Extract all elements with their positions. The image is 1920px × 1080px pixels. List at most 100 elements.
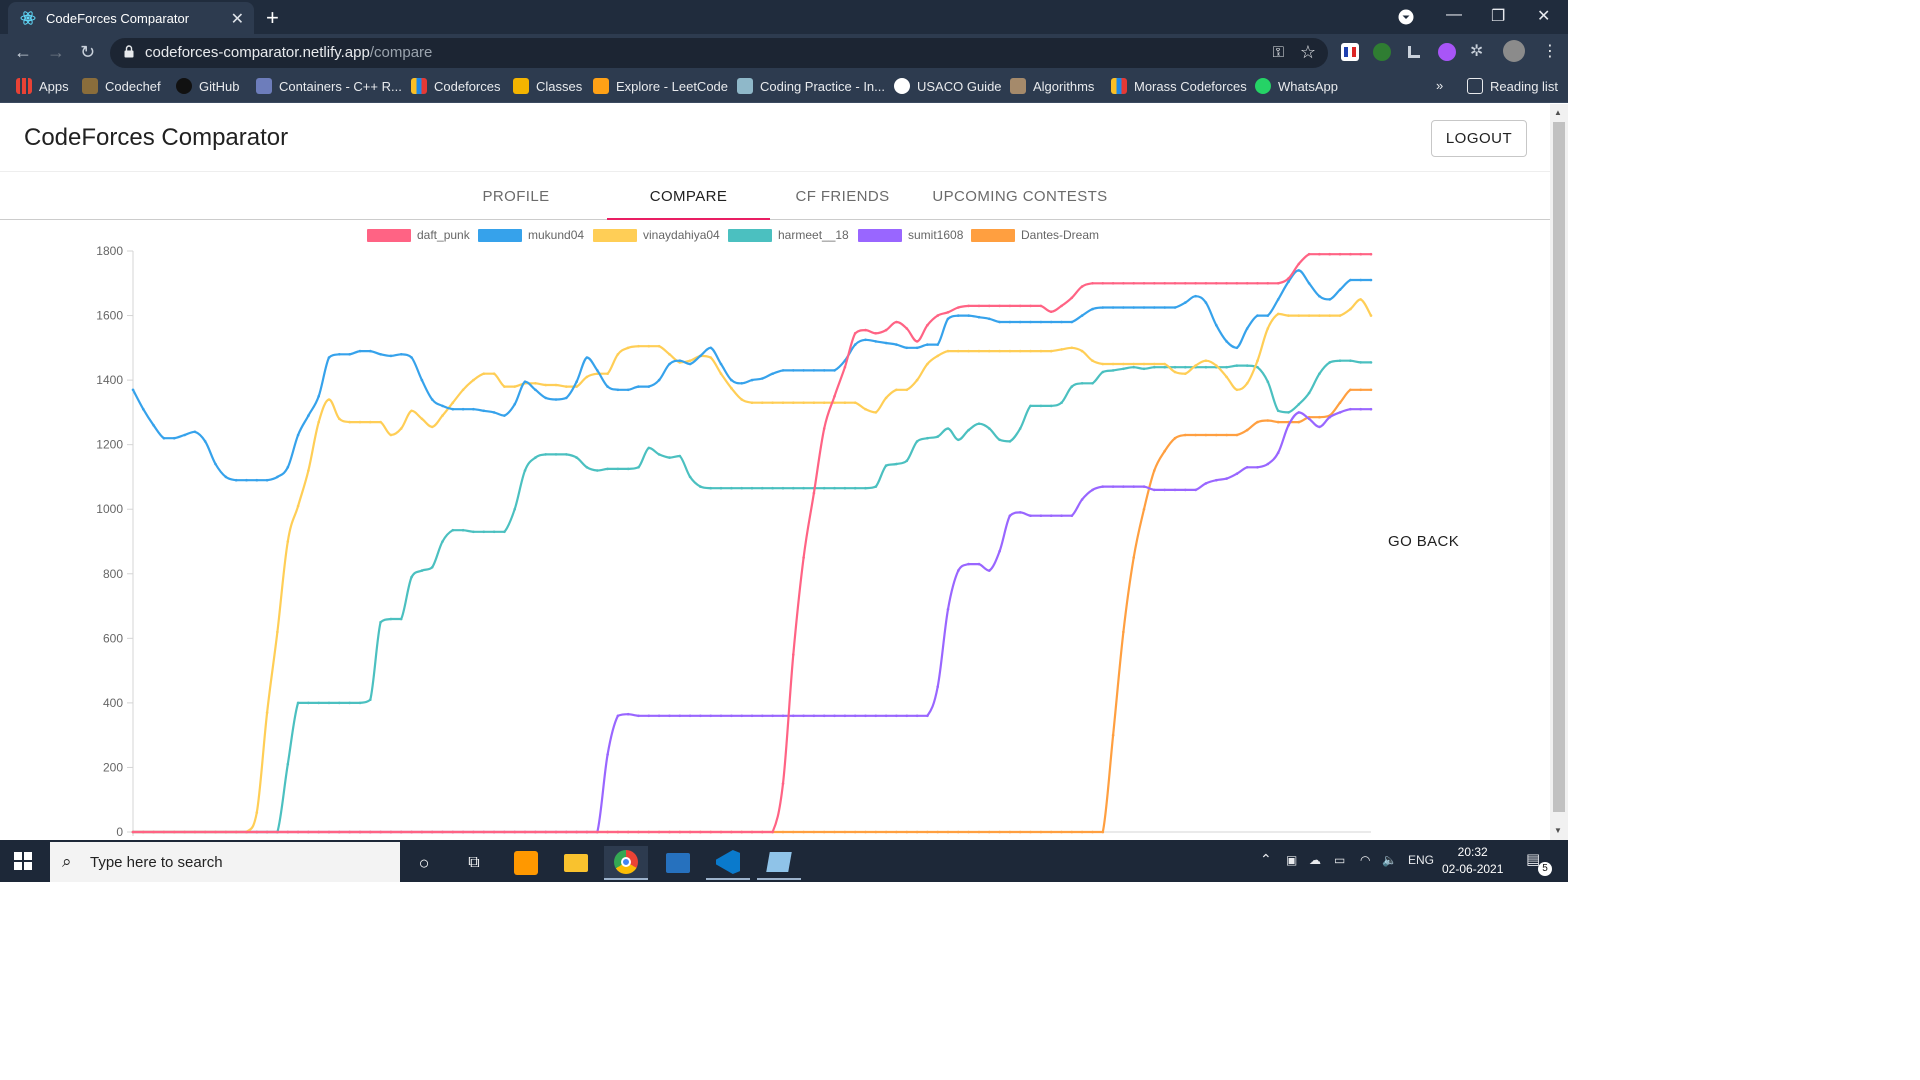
- data-point-dantes-dream: [1122, 630, 1125, 634]
- bookmark-leetcode[interactable]: Explore - LeetCode: [593, 78, 728, 94]
- data-point-mukund04: [1008, 320, 1012, 324]
- data-point-mukund04: [1060, 320, 1063, 324]
- bookmark-whatsapp[interactable]: WhatsApp: [1255, 78, 1338, 94]
- bookmark-apps[interactable]: Apps: [16, 78, 69, 94]
- data-point-dantes-dream: [1194, 433, 1197, 437]
- data-point-vinaydahiya04: [1297, 314, 1301, 317]
- extension-flag-icon[interactable]: [1341, 43, 1359, 61]
- data-point-harmeet-18: [1049, 404, 1053, 408]
- extensions-puzzle-icon[interactable]: ✲: [1470, 41, 1488, 60]
- back-icon[interactable]: ←: [14, 42, 32, 63]
- data-point-daft-punk: [451, 830, 455, 834]
- data-point-vinaydahiya04: [1184, 372, 1187, 376]
- data-point-mukund04: [441, 404, 444, 408]
- data-point-harmeet-18: [1091, 382, 1094, 385]
- scroll-up-icon[interactable]: ▲: [1554, 108, 1562, 117]
- data-point-vinaydahiya04: [276, 630, 279, 634]
- bookmark-algorithms[interactable]: Algorithms: [1010, 78, 1094, 94]
- data-point-mukund04: [1039, 320, 1043, 324]
- data-point-mukund04: [534, 388, 537, 392]
- data-point-dantes-dream: [926, 830, 929, 834]
- data-point-harmeet-18: [1235, 364, 1239, 367]
- scroll-down-icon[interactable]: ▼: [1554, 826, 1562, 835]
- window-close-icon[interactable]: ✕: [1537, 6, 1550, 26]
- battery-icon[interactable]: ▭: [1334, 853, 1345, 867]
- extension-tree-icon[interactable]: [1373, 43, 1391, 61]
- data-point-harmeet-18: [853, 486, 857, 490]
- close-tab-icon[interactable]: ✕: [231, 9, 244, 29]
- file-explorer-icon[interactable]: [554, 846, 598, 880]
- taskbar-clock[interactable]: 20:32 02-06-2021: [1442, 844, 1503, 878]
- chrome-icon[interactable]: [604, 846, 648, 880]
- data-point-mukund04: [399, 353, 403, 356]
- volume-muted-icon[interactable]: 🔈: [1382, 853, 1397, 867]
- meet-now-icon[interactable]: ▣: [1286, 853, 1297, 867]
- extension-chart-icon[interactable]: [1405, 43, 1423, 61]
- data-point-daft-punk: [1173, 282, 1177, 285]
- taskbar-search[interactable]: ⌕ Type here to search: [50, 842, 400, 882]
- data-point-daft-punk: [740, 830, 743, 834]
- data-point-mukund04: [946, 317, 950, 321]
- sublime-text-icon[interactable]: [504, 846, 548, 880]
- data-point-sumit1608: [1225, 477, 1228, 480]
- bookmark-usaco[interactable]: USACO Guide: [894, 78, 1002, 94]
- address-bar[interactable]: codeforces-comparator.netlify.app/compar…: [110, 38, 1328, 68]
- extension-feather-icon[interactable]: [1438, 43, 1456, 61]
- data-point-mukund04: [1163, 306, 1166, 309]
- bookmark-codechef[interactable]: Codechef: [82, 78, 161, 94]
- data-point-vinaydahiya04: [988, 349, 991, 353]
- data-point-vinaydahiya04: [1101, 362, 1105, 366]
- new-tab-icon[interactable]: +: [266, 5, 279, 31]
- data-point-vinaydahiya04: [884, 396, 888, 400]
- y-tick-label: 200: [103, 760, 123, 774]
- more-bookmarks-icon[interactable]: »: [1436, 78, 1443, 93]
- bookmark-containers[interactable]: Containers - C++ R...: [256, 78, 402, 94]
- data-point-harmeet-18: [1276, 409, 1280, 413]
- restore-icon[interactable]: ❐: [1491, 6, 1505, 26]
- reload-icon[interactable]: ↻: [80, 42, 95, 63]
- powershell-icon[interactable]: [656, 846, 700, 880]
- bookmark-morass[interactable]: Morass Codeforces: [1111, 78, 1247, 94]
- password-key-icon[interactable]: ⚿: [1273, 44, 1284, 61]
- data-point-sumit1608: [730, 714, 733, 718]
- bookmark-github[interactable]: GitHub: [176, 78, 239, 94]
- onedrive-icon[interactable]: ☁: [1309, 853, 1321, 867]
- wifi-icon[interactable]: ◠: [1360, 853, 1370, 867]
- data-point-vinaydahiya04: [1039, 349, 1043, 353]
- browser-menu-icon[interactable]: ⋮: [1542, 41, 1560, 60]
- windows-start-icon[interactable]: [14, 852, 32, 870]
- vscode-icon[interactable]: [706, 846, 750, 880]
- data-point-mukund04: [915, 346, 919, 350]
- bookmark-classes[interactable]: Classes: [513, 78, 582, 94]
- minimize-icon[interactable]: —: [1446, 6, 1462, 24]
- data-point-harmeet-18: [781, 486, 785, 490]
- language-indicator[interactable]: ENG: [1408, 853, 1434, 867]
- data-point-sumit1608: [802, 714, 805, 718]
- reading-list[interactable]: Reading list: [1467, 78, 1558, 94]
- data-point-harmeet-18: [327, 701, 331, 705]
- page-scrollbar[interactable]: ▲ ▼: [1550, 104, 1568, 840]
- data-point-vinaydahiya04: [1111, 362, 1115, 366]
- tray-chevron-icon[interactable]: ⌃: [1260, 851, 1272, 868]
- data-point-daft-punk: [1029, 304, 1032, 308]
- task-view-icon[interactable]: ⧉: [452, 846, 496, 880]
- scrollbar-thumb[interactable]: [1553, 122, 1565, 812]
- data-point-sumit1608: [637, 714, 640, 718]
- profile-download-icon[interactable]: [1398, 9, 1414, 25]
- logout-button[interactable]: LOGOUT: [1431, 120, 1527, 157]
- browser-tab[interactable]: CodeForces Comparator ✕: [8, 2, 254, 34]
- data-point-dantes-dream: [781, 830, 785, 834]
- avatar[interactable]: [1503, 40, 1525, 62]
- forward-icon[interactable]: →: [47, 42, 65, 63]
- bookmark-coding-practice[interactable]: Coding Practice - In...: [737, 78, 885, 94]
- cortana-icon[interactable]: ○: [402, 846, 446, 880]
- data-point-daft-punk: [142, 830, 145, 834]
- bookmark-codeforces[interactable]: Codeforces: [411, 78, 500, 94]
- notepad-icon[interactable]: [757, 846, 801, 880]
- data-point-mukund04: [1349, 278, 1352, 282]
- data-point-harmeet-18: [750, 486, 754, 490]
- bookmark-star-icon[interactable]: ☆: [1300, 42, 1316, 63]
- data-point-vinaydahiya04: [657, 344, 661, 348]
- data-point-vinaydahiya04: [492, 372, 496, 376]
- data-point-daft-punk: [492, 830, 496, 834]
